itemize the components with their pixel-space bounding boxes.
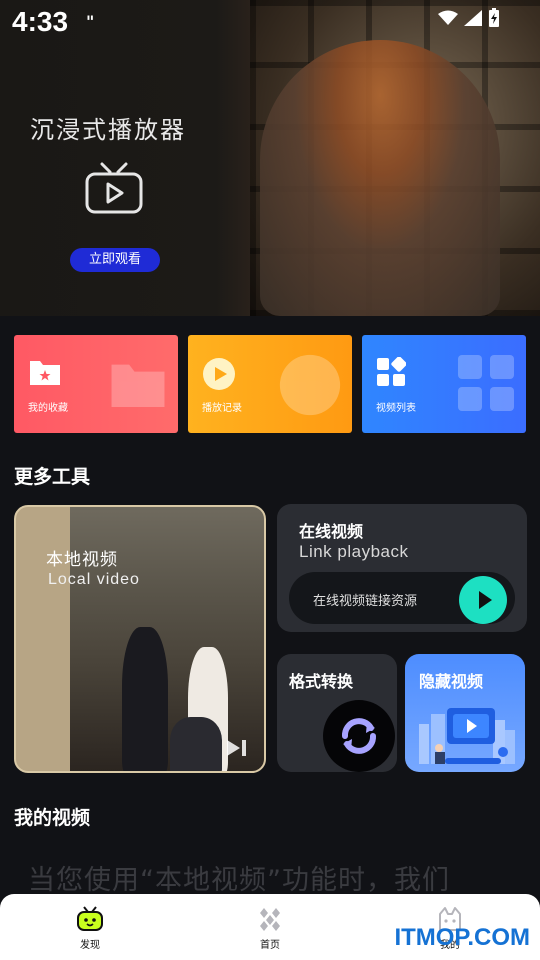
- hero-title: 沉浸式播放器: [30, 116, 186, 144]
- play-circle-watermark-icon: [279, 354, 341, 416]
- site-watermark: ITMOP.COM: [394, 924, 530, 951]
- my-videos-intro-text: 当您使用“本地视频”功能时，我们: [28, 865, 450, 896]
- online-link-text: 在线视频链接资源: [313, 594, 418, 609]
- local-video-card[interactable]: 本地视频 Local video: [14, 505, 266, 773]
- format-convert-badge: [323, 700, 395, 772]
- tab-discover[interactable]: 发现: [40, 894, 140, 960]
- history-card[interactable]: 播放记录: [188, 335, 352, 433]
- grid-list-icon: [377, 357, 406, 386]
- folder-star-watermark-icon: [111, 364, 165, 407]
- tv-face-icon: [77, 906, 103, 931]
- local-video-title: 本地视频: [46, 550, 118, 570]
- status-time: 4:33: [12, 6, 69, 37]
- hidden-video-illustration: [419, 708, 515, 764]
- system-icons: [438, 8, 500, 28]
- hidden-video-title: 隐藏视频: [419, 672, 484, 691]
- wifi-icon: [438, 10, 458, 25]
- sim-indicator: ": [86, 12, 95, 31]
- quick-cards: 我的收藏 播放记录 视频列表: [14, 335, 526, 433]
- folder-star-icon: [30, 361, 60, 385]
- video-list-label: 视频列表: [376, 403, 416, 414]
- battery-icon: [489, 8, 499, 27]
- refresh-icon: [342, 718, 376, 754]
- signal-icon: [464, 10, 482, 26]
- hero-banner[interactable]: 沉浸式播放器 立即观看: [0, 0, 540, 316]
- play-circle-icon: [203, 358, 235, 390]
- tab-discover-label: 发现: [80, 940, 100, 951]
- online-video-title: 在线视频: [299, 522, 364, 541]
- online-video-card[interactable]: 在线视频 Link playback 在线视频链接资源: [277, 504, 527, 632]
- hidden-video-card[interactable]: 隐藏视频: [405, 654, 525, 772]
- my-videos-title: 我的视频: [14, 807, 91, 829]
- online-play-button[interactable]: [459, 576, 507, 624]
- diamond-cluster-icon: [260, 908, 280, 931]
- watch-now-button[interactable]: 立即观看: [70, 248, 160, 272]
- play-icon: [479, 591, 492, 609]
- more-tools-title: 更多工具: [14, 466, 91, 488]
- online-video-subtitle: Link playback: [299, 542, 409, 561]
- format-convert-card[interactable]: 格式转换: [277, 654, 397, 772]
- online-link-pill[interactable]: 在线视频链接资源: [289, 572, 515, 624]
- video-list-card[interactable]: 视频列表: [362, 335, 526, 433]
- tab-home[interactable]: 首页: [220, 894, 320, 960]
- favorites-label: 我的收藏: [28, 403, 68, 414]
- grid-list-watermark-icon: [458, 355, 514, 411]
- skip-next-icon: [227, 740, 246, 756]
- favorites-card[interactable]: 我的收藏: [14, 335, 178, 433]
- status-bar: 4:33 ": [0, 0, 540, 44]
- local-video-subtitle: Local video: [48, 571, 140, 588]
- hero-figure-image: [260, 40, 500, 316]
- tab-home-label: 首页: [260, 940, 280, 951]
- tv-play-icon: [85, 162, 143, 214]
- format-convert-title: 格式转换: [289, 672, 354, 691]
- history-label: 播放记录: [202, 403, 242, 414]
